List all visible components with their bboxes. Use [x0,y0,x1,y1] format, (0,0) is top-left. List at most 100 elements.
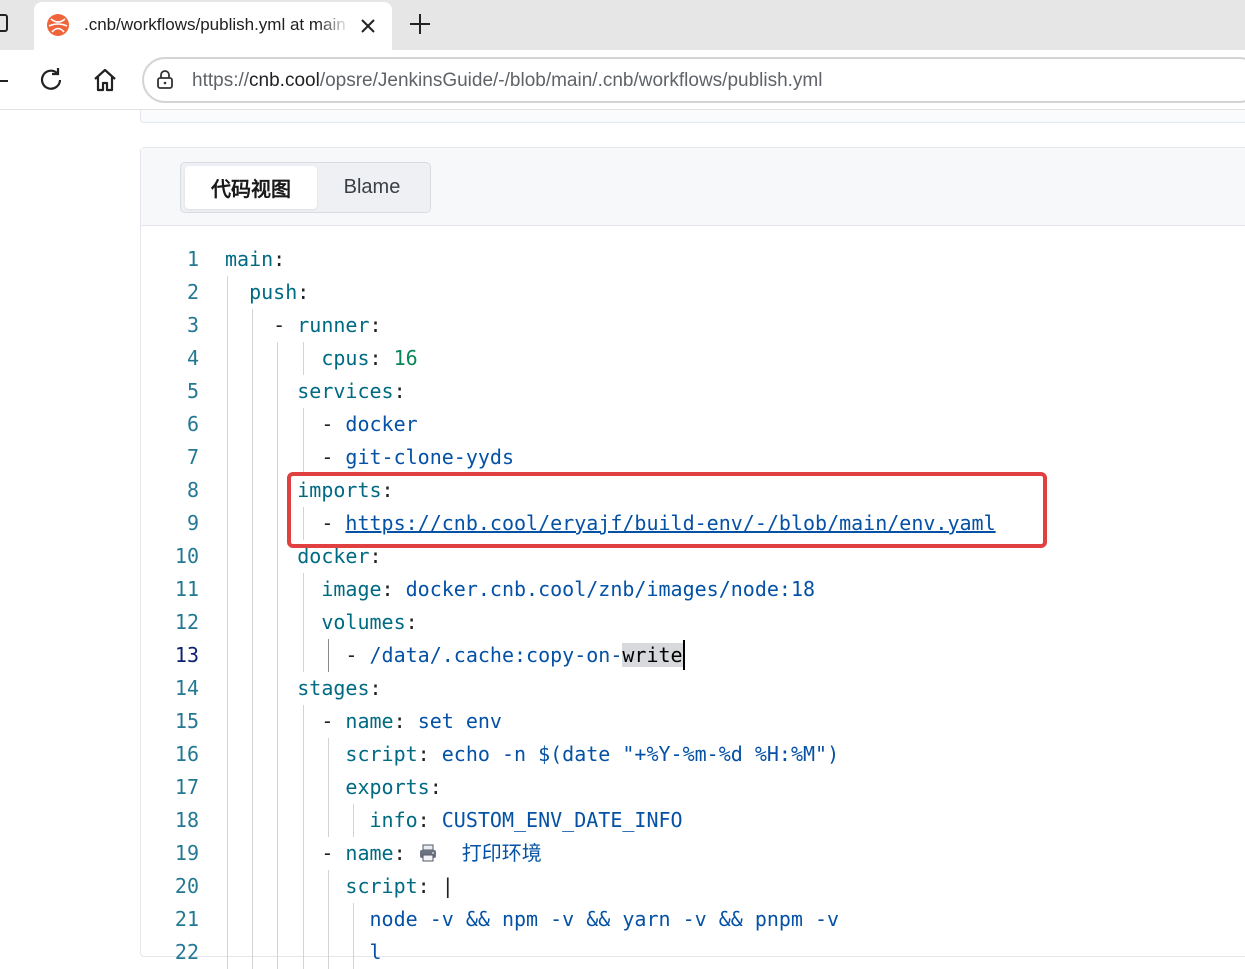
code-line: 2 push: [141,276,1245,309]
code-text: script: | [225,870,454,903]
code-line: 19 - name: 打印环境 [141,837,1245,870]
code-token: CUSTOM_ENV_DATE_INFO [441,808,683,832]
tab-code-view[interactable]: 代码视图 [185,166,317,209]
code-line: 21 node -v && npm -v && yarn -v && pnpm … [141,903,1245,936]
indent-guide [353,804,354,837]
code-text: - https://cnb.cool/eryajf/build-env/-/bl… [225,507,995,540]
code-line: 5 services: [141,375,1245,408]
new-tab-icon[interactable] [406,10,434,38]
home-icon[interactable] [90,65,120,95]
line-number[interactable]: 1 [141,243,199,276]
code-token: set env [417,709,502,733]
code-line: 20 script: | [141,870,1245,903]
browser-toolbar: https://cnb.cool/opsre/JenkinsGuide/-/bl… [0,50,1245,110]
code-token: /data/.cache:copy-on- [369,643,623,667]
text-cursor [682,639,685,670]
line-number[interactable]: 9 [141,507,199,540]
code-text: imports: [225,474,394,507]
code-token: : [417,742,442,766]
line-number[interactable]: 17 [141,771,199,804]
line-number[interactable]: 3 [141,309,199,342]
code-token: services [297,379,394,403]
line-number[interactable]: 6 [141,408,199,441]
indent-guide [353,903,354,969]
close-tab-icon[interactable] [356,14,380,38]
indent-guide [327,738,329,837]
code-token: : [417,808,442,832]
code-editor[interactable]: 1 main: 2 push: 3 - runner: 4 cpus: 16 5 serv… [141,243,1245,969]
address-bar[interactable]: https://cnb.cool/opsre/JenkinsGuide/-/bl… [142,57,1245,103]
site-info-icon[interactable] [154,69,176,91]
line-number[interactable]: 22 [141,936,199,969]
line-number[interactable]: 21 [141,903,199,936]
code-token: - [225,709,346,733]
code-line: 9 - https://cnb.cool/eryajf/build-env/-/… [141,507,1245,540]
line-number[interactable]: 14 [141,672,199,705]
code-text: docker: [225,540,381,573]
code-token: write [622,643,683,667]
code-line: 17 exports: [141,771,1245,804]
code-token: : [381,478,394,502]
back-icon[interactable] [0,66,22,96]
code-token: : [393,709,418,733]
window-menu-icon[interactable] [0,14,8,32]
line-number[interactable]: 8 [141,474,199,507]
code-line: 1 main: [141,243,1245,276]
line-number[interactable]: 4 [141,342,199,375]
line-number[interactable]: 15 [141,705,199,738]
code-token: - [225,445,346,469]
tab-title: .cnb/workflows/publish.yml at main [84,15,346,34]
code-token: script [345,874,418,898]
code-text: cpus: 16 [225,342,417,375]
tab-blame[interactable]: Blame [319,166,425,209]
import-link[interactable]: https://cnb.cool/eryajf/build-env/-/blob… [345,511,995,535]
code-line: 7 - git-clone-yyds [141,441,1245,474]
line-number[interactable]: 19 [141,837,199,870]
browser-tab-active[interactable]: .cnb/workflows/publish.yml at main [34,2,392,50]
line-number[interactable]: 10 [141,540,199,573]
line-number[interactable]: 2 [141,276,199,309]
code-line: 13 - /data/.cache:copy-on-write [141,639,1245,672]
line-number[interactable]: 16 [141,738,199,771]
line-number[interactable]: 20 [141,870,199,903]
indent-guide [252,309,254,969]
cnb-favicon-icon [47,14,69,36]
code-text: main: [225,243,285,276]
code-text: exports: [225,771,442,804]
code-token: : [297,280,310,304]
line-number[interactable]: 13 [141,639,199,672]
code-token: : | [417,874,454,898]
code-token: imports [297,478,382,502]
code-token: runner [297,313,370,337]
code-line: 6 - docker [141,408,1245,441]
code-token: - [225,841,346,865]
line-number[interactable]: 11 [141,573,199,606]
code-text: script: echo -n $(date "+%Y-%m-%d %H:%M"… [225,738,839,771]
code-token: : [369,676,382,700]
code-text: stages: [225,672,382,705]
code-token: cpus [321,346,370,370]
line-number[interactable]: 18 [141,804,199,837]
code-token: l [369,940,382,964]
reload-icon[interactable] [36,65,66,95]
code-token: name [345,841,394,865]
url-host: cnb.cool [249,70,320,91]
view-mode-toggle: 代码视图 Blame [180,162,431,213]
indent-guide [302,507,304,540]
line-number[interactable]: 12 [141,606,199,639]
url-text: https://cnb.cool/opsre/JenkinsGuide/-/bl… [192,70,822,92]
line-number[interactable]: 5 [141,375,199,408]
code-token: docker [345,412,418,436]
code-text: node -v && npm -v && yarn -v && pnpm -v [225,903,840,936]
url-path: /opsre/JenkinsGuide/-/blob/main/.cnb/wor… [319,70,823,91]
code-token: : [429,775,442,799]
line-number[interactable]: 7 [141,441,199,474]
code-token: echo -n $(date "+%Y-%m-%d %H:%M") [441,742,840,766]
code-token: : [369,346,394,370]
code-text: - name: 打印环境 [225,837,541,870]
code-line: 3 - runner: [141,309,1245,342]
